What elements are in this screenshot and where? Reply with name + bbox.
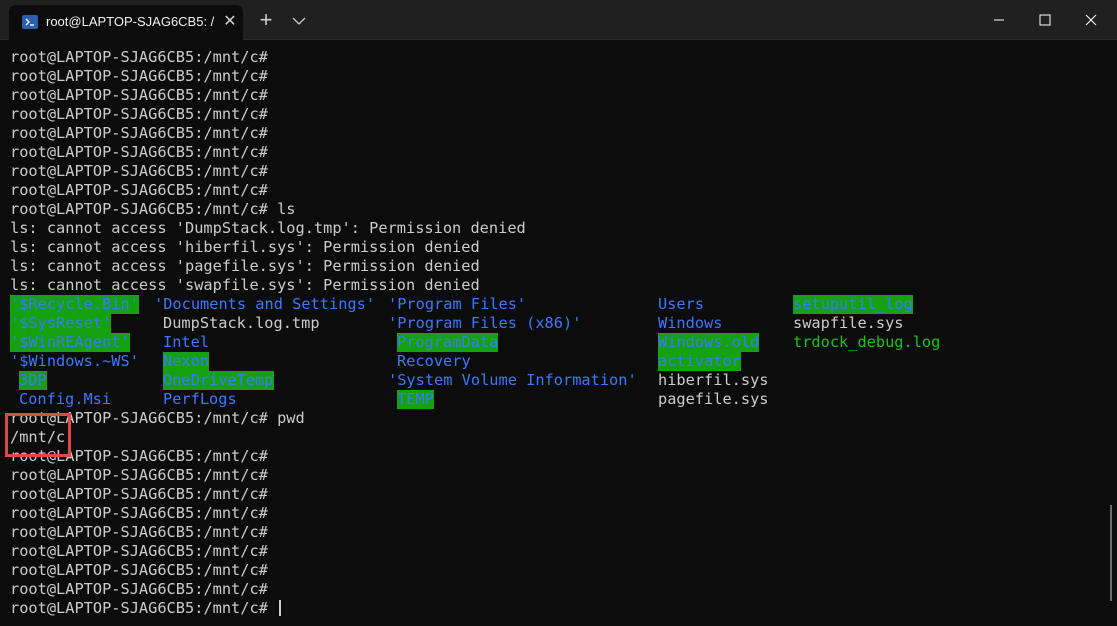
ls-entry: ProgramData — [397, 333, 499, 352]
prompt-line: root@LAPTOP-SJAG6CB5:/mnt/c# — [10, 504, 268, 522]
ls-entry: 3DP — [19, 371, 47, 390]
pwd-output-line: /mnt/c — [10, 428, 66, 446]
ls-entry: Nexon — [163, 352, 210, 371]
ls-entry: Intel — [163, 333, 210, 351]
error-line: ls: cannot access 'DumpStack.log.tmp': P… — [10, 219, 526, 237]
ls-entry: trdock_debug.log — [793, 333, 941, 351]
ls-entry: '$Windows.~WS' — [10, 352, 139, 370]
ls-entry: Config.Msi — [19, 390, 112, 408]
prompt-line: root@LAPTOP-SJAG6CB5:/mnt/c# — [10, 542, 268, 560]
prompt-line: root@LAPTOP-SJAG6CB5:/mnt/c# — [10, 86, 268, 104]
prompt-line: root@LAPTOP-SJAG6CB5:/mnt/c# — [10, 485, 268, 503]
error-line: ls: cannot access 'pagefile.sys': Permis… — [10, 257, 480, 275]
prompt-line: root@LAPTOP-SJAG6CB5:/mnt/c# — [10, 143, 268, 161]
ls-entry: Windows — [658, 314, 723, 332]
prompt-line: root@LAPTOP-SJAG6CB5:/mnt/c# — [10, 561, 268, 579]
title-bar: root@LAPTOP-SJAG6CB5: /mnt/c ✕ + — [0, 0, 1117, 40]
terminal-icon — [22, 15, 38, 29]
close-window-icon[interactable] — [1068, 0, 1114, 40]
scrollbar-thumb[interactable] — [1110, 505, 1112, 601]
ls-output-row: '$Recycle.Bin' 'Documents and Settings' … — [10, 295, 1105, 314]
ls-entry: 'Documents and Settings' — [154, 295, 376, 313]
ls-output-row: Config.Msi PerfLogs TEMP pagefile.sys — [10, 390, 1105, 409]
ls-entry: pagefile.sys — [658, 390, 769, 408]
terminal-tab[interactable]: root@LAPTOP-SJAG6CB5: /mnt/c ✕ — [9, 5, 243, 40]
maximize-icon[interactable] — [1022, 0, 1068, 40]
ls-entry: 'Program Files (x86)' — [388, 314, 582, 332]
tab-title: root@LAPTOP-SJAG6CB5: /mnt/c — [46, 14, 214, 29]
ls-entry: '$Recycle.Bin' — [10, 295, 139, 314]
ls-entry: Recovery — [397, 352, 471, 370]
prompt-line: root@LAPTOP-SJAG6CB5:/mnt/c# — [10, 67, 268, 85]
current-prompt-line[interactable]: root@LAPTOP-SJAG6CB5:/mnt/c# — [10, 599, 1105, 618]
prompt-line: root@LAPTOP-SJAG6CB5:/mnt/c# — [10, 580, 268, 598]
prompt-line: root@LAPTOP-SJAG6CB5:/mnt/c# — [10, 447, 268, 465]
ls-entry: Windows.old — [658, 333, 760, 352]
ls-entry: OneDriveTemp — [163, 371, 274, 390]
ls-entry: DumpStack.log.tmp — [163, 314, 320, 332]
ls-entry: '$WinREAgent' — [10, 333, 130, 352]
prompt-line: root@LAPTOP-SJAG6CB5:/mnt/c# — [10, 162, 268, 180]
prompt-line: root@LAPTOP-SJAG6CB5:/mnt/c# — [10, 466, 268, 484]
ls-entry: hiberfil.sys — [658, 371, 769, 389]
pwd-command-line: root@LAPTOP-SJAG6CB5:/mnt/c# pwd — [10, 409, 305, 427]
prompt-line: root@LAPTOP-SJAG6CB5:/mnt/c# — [10, 48, 268, 66]
text-cursor — [279, 600, 282, 616]
close-icon[interactable]: ✕ — [222, 14, 238, 30]
ls-output-row: 3DP OneDriveTemp 'System Volume Informat… — [10, 371, 1105, 390]
ls-entry: swapfile.sys — [793, 314, 904, 332]
chevron-down-icon[interactable] — [288, 10, 310, 32]
ls-entry: PerfLogs — [163, 390, 237, 408]
ls-output-row: '$Windows.~WS' Nexon Recovery activator — [10, 352, 1105, 371]
prompt-line: root@LAPTOP-SJAG6CB5:/mnt/c# — [10, 181, 268, 199]
ls-command-line: root@LAPTOP-SJAG6CB5:/mnt/c# ls — [10, 200, 296, 218]
minimize-icon[interactable] — [976, 0, 1022, 40]
plus-icon[interactable]: + — [254, 8, 278, 32]
ls-output-row: '$WinREAgent' Intel ProgramData Windows.… — [10, 333, 1105, 352]
ls-entry: '$SysReset' — [10, 314, 112, 333]
ls-entry: 'Program Files' — [388, 295, 527, 313]
ls-output-row: '$SysReset' DumpStack.log.tmp 'Program F… — [10, 314, 1105, 333]
ls-entry: 'System Volume Information' — [388, 371, 637, 389]
ls-entry: Users — [658, 295, 705, 313]
prompt-line: root@LAPTOP-SJAG6CB5:/mnt/c# — [10, 105, 268, 123]
prompt-line: root@LAPTOP-SJAG6CB5:/mnt/c# — [10, 124, 268, 142]
error-line: ls: cannot access 'swapfile.sys': Permis… — [10, 276, 480, 294]
current-prompt: root@LAPTOP-SJAG6CB5:/mnt/c# — [10, 599, 268, 617]
ls-entry: activator — [658, 352, 741, 371]
ls-entry: TEMP — [397, 390, 434, 409]
terminal-output[interactable]: root@LAPTOP-SJAG6CB5:/mnt/c# root@LAPTOP… — [10, 48, 1105, 623]
error-line: ls: cannot access 'hiberfil.sys': Permis… — [10, 238, 480, 256]
ls-entry: setuputil_log — [793, 295, 913, 314]
prompt-line: root@LAPTOP-SJAG6CB5:/mnt/c# — [10, 523, 268, 541]
annotation-highlight-box — [5, 413, 71, 457]
